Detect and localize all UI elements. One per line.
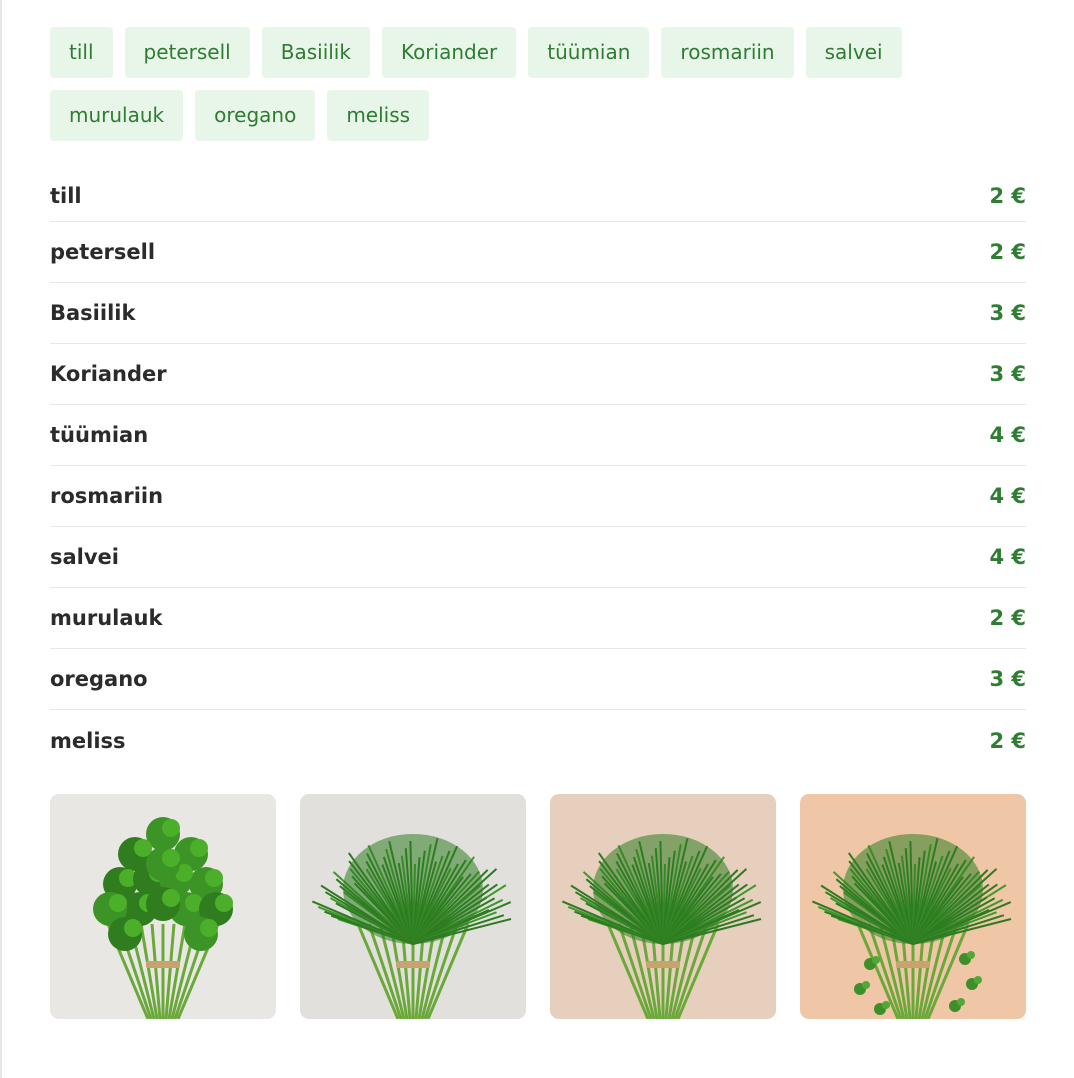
price-list: till 2 € petersell 2 € Basiilik 3 € Koriand…	[50, 170, 1026, 771]
price-row: rosmariin 4 €	[50, 466, 1026, 527]
herb-gallery	[50, 794, 1026, 1019]
herb-name: tüümian	[50, 423, 149, 447]
herb-price: 2 €	[989, 183, 1026, 208]
chip-salvei[interactable]: salvei	[805, 27, 902, 78]
price-row: Basiilik 3 €	[50, 283, 1026, 344]
price-row: murulauk 2 €	[50, 588, 1026, 649]
page: till petersell Basiilik Koriander tüümia…	[50, 0, 1026, 1019]
chip-murulauk[interactable]: murulauk	[50, 90, 184, 141]
herb-price: 3 €	[989, 362, 1026, 386]
price-row: salvei 4 €	[50, 527, 1026, 588]
herb-name: petersell	[50, 240, 156, 264]
chip-tuumian[interactable]: tüümian	[528, 27, 650, 78]
price-row: petersell 2 €	[50, 222, 1026, 283]
chip-koriander[interactable]: Koriander	[381, 27, 517, 78]
herb-price: 3 €	[989, 667, 1026, 691]
herb-name: rosmariin	[50, 484, 164, 508]
parsley-bunch-image	[50, 794, 276, 1019]
herb-name: murulauk	[50, 606, 163, 630]
herb-name: till	[50, 183, 82, 208]
herb-price: 4 €	[989, 423, 1026, 447]
price-row: Koriander 3 €	[50, 344, 1026, 405]
herb-name: Koriander	[50, 362, 167, 386]
gallery-image-dill-3[interactable]	[800, 794, 1026, 1019]
dill-bunch-image	[550, 794, 776, 1019]
chip-petersell[interactable]: petersell	[124, 27, 250, 78]
chip-oregano[interactable]: oregano	[195, 90, 316, 141]
price-row: till 2 €	[50, 170, 1026, 222]
herb-name: Basiilik	[50, 301, 136, 325]
herb-name: oregano	[50, 667, 148, 691]
herb-price: 2 €	[989, 606, 1026, 630]
chip-rosmariin[interactable]: rosmariin	[661, 27, 794, 78]
chip-meliss[interactable]: meliss	[327, 90, 430, 141]
dill-bunch-image	[800, 794, 1026, 1019]
gallery-image-dill-2[interactable]	[550, 794, 776, 1019]
chip-till[interactable]: till	[50, 27, 113, 78]
gallery-image-dill-1[interactable]	[300, 794, 526, 1019]
dill-bunch-image	[300, 794, 526, 1019]
price-row: oregano 3 €	[50, 649, 1026, 710]
herb-price: 4 €	[989, 484, 1026, 508]
price-row: tüümian 4 €	[50, 405, 1026, 466]
herb-filter-chips: till petersell Basiilik Koriander tüümia…	[50, 27, 1026, 141]
herb-price: 2 €	[989, 728, 1026, 753]
herb-price: 3 €	[989, 301, 1026, 325]
chip-basiilik[interactable]: Basiilik	[261, 27, 370, 78]
gallery-image-parsley[interactable]	[50, 794, 276, 1019]
herb-price: 2 €	[989, 240, 1026, 264]
herb-name: salvei	[50, 545, 119, 569]
herb-price: 4 €	[989, 545, 1026, 569]
herb-name: meliss	[50, 728, 126, 753]
price-row: meliss 2 €	[50, 710, 1026, 771]
